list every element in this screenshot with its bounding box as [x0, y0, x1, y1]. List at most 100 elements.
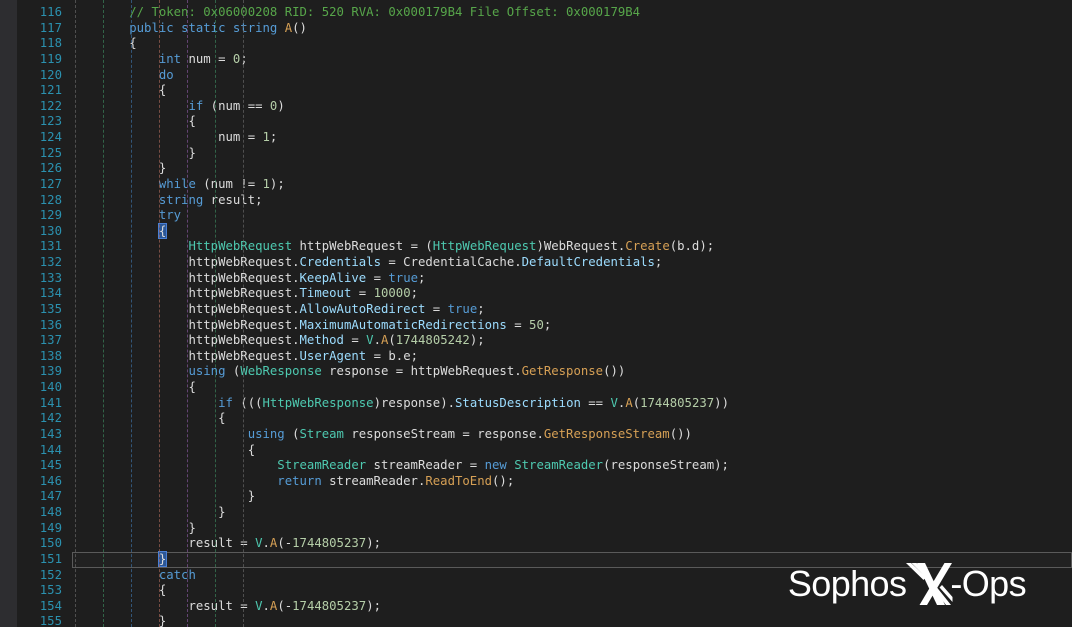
- token-kw: static: [181, 21, 225, 35]
- code-line[interactable]: 128 string result;: [0, 193, 1072, 209]
- token-pln: =: [425, 302, 447, 316]
- code-line[interactable]: 141 if (((HttpWebResponse)response).Stat…: [0, 396, 1072, 412]
- code-text[interactable]: do: [70, 68, 174, 84]
- code-text[interactable]: httpWebRequest.Timeout = 10000;: [70, 286, 418, 302]
- code-line[interactable]: 146 return streamReader.ReadToEnd();: [0, 474, 1072, 490]
- code-text[interactable]: httpWebRequest.AllowAutoRedirect = true;: [70, 302, 485, 318]
- code-text[interactable]: {: [70, 224, 166, 240]
- code-line[interactable]: 127 while (num != 1);: [0, 177, 1072, 193]
- code-line[interactable]: 149 }: [0, 521, 1072, 537]
- code-line[interactable]: 155 }: [0, 614, 1072, 627]
- token-pln: .: [263, 536, 270, 550]
- code-text[interactable]: while (num != 1);: [70, 177, 285, 193]
- token-num: 1744805237: [640, 396, 714, 410]
- token-pln: streamReader =: [366, 458, 484, 472]
- code-line[interactable]: 125 }: [0, 146, 1072, 162]
- code-line[interactable]: 122 if (num == 0): [0, 99, 1072, 115]
- code-line[interactable]: 135 httpWebRequest.AllowAutoRedirect = t…: [0, 302, 1072, 318]
- code-line[interactable]: 136 httpWebRequest.MaximumAutomaticRedir…: [0, 318, 1072, 334]
- code-line[interactable]: 132 httpWebRequest.Credentials = Credent…: [0, 255, 1072, 271]
- code-line[interactable]: 147 }: [0, 489, 1072, 505]
- code-line[interactable]: 119 int num = 0;: [0, 52, 1072, 68]
- code-text[interactable]: }: [70, 505, 225, 521]
- x-logo-mark-icon: [905, 561, 953, 607]
- code-text[interactable]: }: [70, 614, 166, 627]
- code-text[interactable]: string result;: [70, 193, 263, 209]
- code-line[interactable]: 133 httpWebRequest.KeepAlive = true;: [0, 271, 1072, 287]
- code-text[interactable]: using (WebResponse response = httpWebReq…: [70, 364, 625, 380]
- code-text[interactable]: num = 1;: [70, 130, 277, 146]
- code-editor[interactable]: 115116 // Token: 0x06000208 RID: 520 RVA…: [0, 0, 1072, 627]
- code-line[interactable]: 131 HttpWebRequest httpWebRequest = (Htt…: [0, 239, 1072, 255]
- code-text[interactable]: }: [70, 489, 255, 505]
- code-text[interactable]: return streamReader.ReadToEnd();: [70, 474, 514, 490]
- code-line[interactable]: 130 {: [0, 224, 1072, 240]
- code-line[interactable]: 117 public static string A(): [0, 21, 1072, 37]
- code-text[interactable]: httpWebRequest.Method = V.A(1744805242);: [70, 333, 485, 349]
- code-line[interactable]: 148 }: [0, 505, 1072, 521]
- code-line[interactable]: 144 {: [0, 443, 1072, 459]
- code-text[interactable]: if (((HttpWebResponse)response).StatusDe…: [70, 396, 729, 412]
- token-pln: (: [633, 396, 640, 410]
- code-text[interactable]: int num = 0;: [70, 52, 248, 68]
- code-text[interactable]: httpWebRequest.UserAgent = b.e;: [70, 349, 418, 365]
- code-line[interactable]: 123 {: [0, 114, 1072, 130]
- code-line[interactable]: 126 }: [0, 161, 1072, 177]
- code-text[interactable]: httpWebRequest.MaximumAutomaticRedirecti…: [70, 318, 551, 334]
- code-line[interactable]: 134 httpWebRequest.Timeout = 10000;: [0, 286, 1072, 302]
- code-line[interactable]: 129 try: [0, 208, 1072, 224]
- code-text[interactable]: }: [70, 161, 166, 177]
- code-text[interactable]: }: [70, 521, 196, 537]
- token-type: WebResponse: [240, 364, 321, 378]
- token-pln: )response).: [374, 396, 455, 410]
- token-pln: [225, 21, 232, 35]
- code-text[interactable]: httpWebRequest.Credentials = CredentialC…: [70, 255, 662, 271]
- code-text[interactable]: HttpWebRequest httpWebRequest = (HttpWeb…: [70, 239, 714, 255]
- code-text[interactable]: try: [70, 208, 181, 224]
- code-line[interactable]: 121 {: [0, 83, 1072, 99]
- code-text[interactable]: {: [70, 36, 137, 52]
- code-surface[interactable]: 115116 // Token: 0x06000208 RID: 520 RVA…: [0, 0, 1072, 627]
- code-text[interactable]: catch: [70, 568, 196, 584]
- code-text[interactable]: // Token: 0x06000208 RID: 520 RVA: 0x000…: [70, 5, 640, 21]
- code-line[interactable]: 138 httpWebRequest.UserAgent = b.e;: [0, 349, 1072, 365]
- code-text[interactable]: }: [70, 146, 196, 162]
- code-text[interactable]: }: [70, 552, 166, 568]
- code-text[interactable]: {: [70, 443, 255, 459]
- code-text[interactable]: {: [70, 583, 166, 599]
- code-text[interactable]: {: [70, 380, 196, 396]
- token-pln: [70, 489, 248, 503]
- code-text[interactable]: result = V.A(-1744805237);: [70, 599, 381, 615]
- code-text[interactable]: result = V.A(-1744805237);: [70, 536, 381, 552]
- token-pln: [70, 583, 159, 597]
- code-line[interactable]: 140 {: [0, 380, 1072, 396]
- token-meth: A: [625, 396, 632, 410]
- code-text[interactable]: {: [70, 83, 166, 99]
- code-text[interactable]: {: [70, 114, 196, 130]
- token-meth: GetResponseStream: [544, 427, 670, 441]
- code-text[interactable]: StreamReader streamReader = new StreamRe…: [70, 458, 729, 474]
- code-text[interactable]: public static string A(): [70, 21, 307, 37]
- code-line[interactable]: 150 result = V.A(-1744805237);: [0, 536, 1072, 552]
- code-text[interactable]: httpWebRequest.KeepAlive = true;: [70, 271, 425, 287]
- token-kw: while: [159, 177, 196, 191]
- code-text[interactable]: using (Stream responseStream = response.…: [70, 427, 692, 443]
- code-text[interactable]: if (num == 0): [70, 99, 285, 115]
- code-line[interactable]: 124 num = 1;: [0, 130, 1072, 146]
- code-text[interactable]: {: [70, 411, 225, 427]
- code-line[interactable]: 137 httpWebRequest.Method = V.A(17448052…: [0, 333, 1072, 349]
- code-line[interactable]: 139 using (WebResponse response = httpWe…: [0, 364, 1072, 380]
- token-pln: [70, 474, 277, 488]
- token-pln: [70, 505, 218, 519]
- code-line[interactable]: 143 using (Stream responseStream = respo…: [0, 427, 1072, 443]
- code-line[interactable]: 145 StreamReader streamReader = new Stre…: [0, 458, 1072, 474]
- code-line[interactable]: 142 {: [0, 411, 1072, 427]
- code-line[interactable]: 118 {: [0, 36, 1072, 52]
- token-prop: MaximumAutomaticRedirections: [300, 318, 507, 332]
- token-pln: [70, 146, 188, 160]
- code-line[interactable]: 116 // Token: 0x06000208 RID: 520 RVA: 0…: [0, 5, 1072, 21]
- token-pln: =: [507, 318, 529, 332]
- token-pln: (b.d);: [670, 239, 714, 253]
- code-line[interactable]: 120 do: [0, 68, 1072, 84]
- token-pln: }: [159, 614, 166, 627]
